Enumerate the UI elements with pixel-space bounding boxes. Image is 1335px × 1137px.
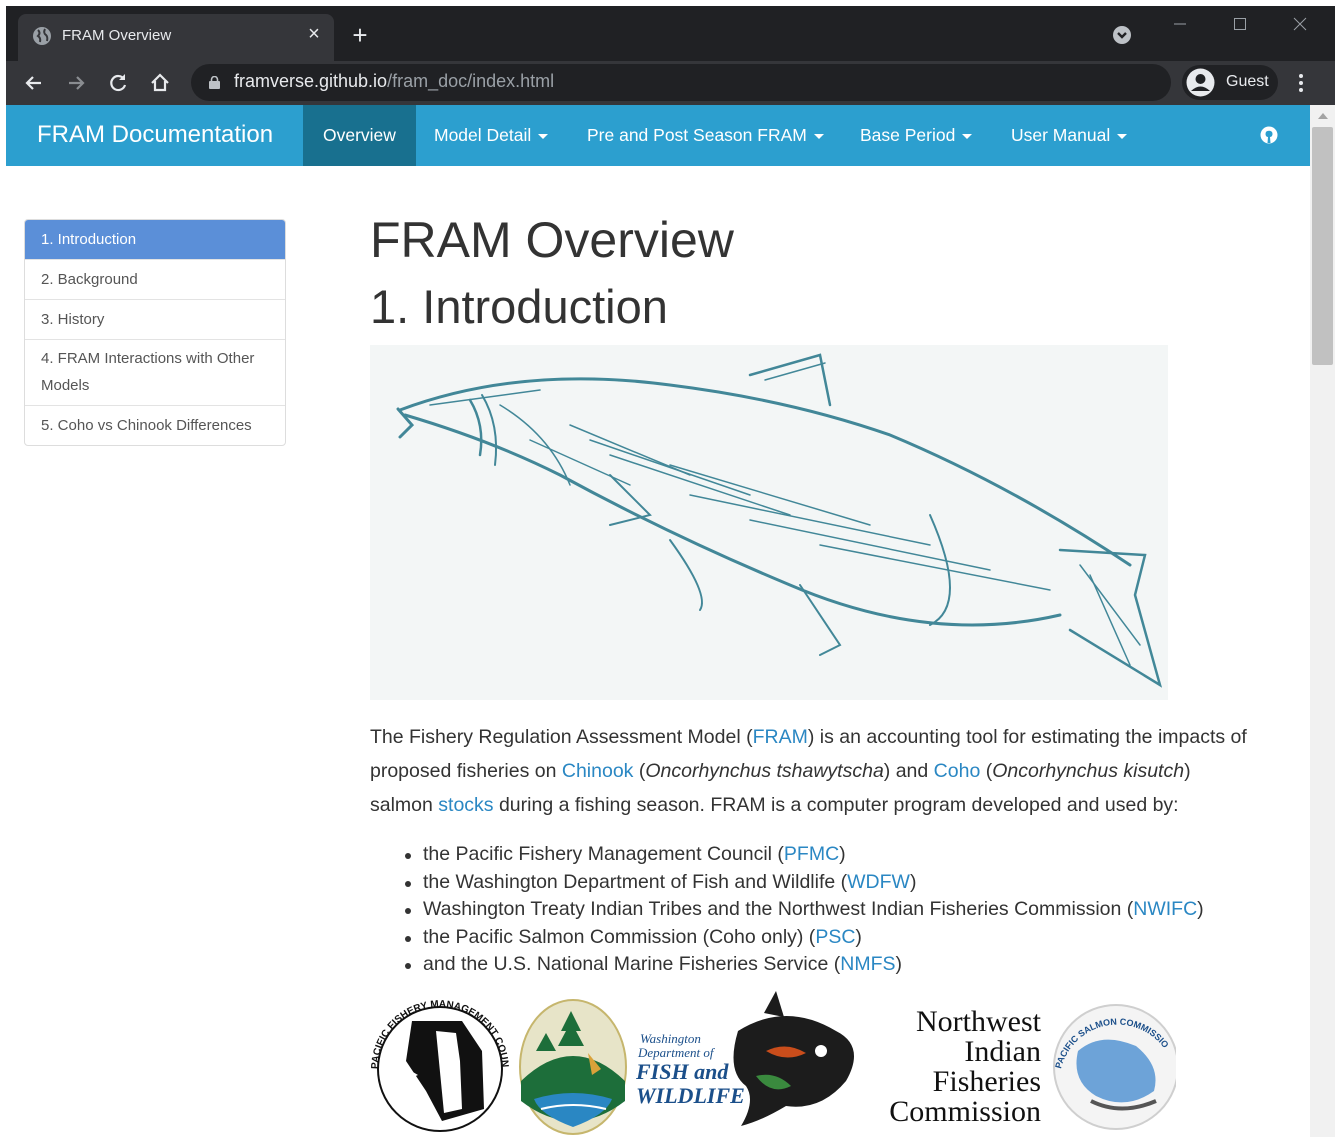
chinook-link[interactable]: Chinook xyxy=(562,760,634,782)
toc-sidebar: 1. Introduction 2. Background 3. History… xyxy=(24,219,286,446)
nmfs-link[interactable]: NMFS xyxy=(840,953,895,975)
list-item: and the U.S. National Marine Fisheries S… xyxy=(370,951,1270,979)
toc-item-fram-interactions-cont[interactable]: Models xyxy=(25,372,285,399)
nav-overview[interactable]: Overview xyxy=(303,105,416,166)
bullet-icon xyxy=(405,963,411,969)
back-arrow-icon[interactable] xyxy=(20,69,48,97)
svg-text:WILDLIFE: WILDLIFE xyxy=(636,1083,745,1108)
fram-link[interactable]: FRAM xyxy=(753,726,808,748)
reload-icon[interactable] xyxy=(104,69,132,97)
svg-text:FISH and: FISH and xyxy=(635,1059,729,1084)
wdfw-link[interactable]: WDFW xyxy=(847,871,910,893)
divider xyxy=(25,339,285,340)
close-tab-icon[interactable]: × xyxy=(302,22,326,46)
tab-title: FRAM Overview xyxy=(62,27,172,44)
svg-text:Commission: Commission xyxy=(889,1095,1041,1128)
salmon-sketch-image xyxy=(370,345,1168,700)
tab-strip: FRAM Overview × + xyxy=(6,6,1335,61)
avatar-icon xyxy=(1186,68,1215,97)
svg-text:Fisheries: Fisheries xyxy=(933,1065,1041,1098)
more-menu-icon[interactable] xyxy=(1289,71,1313,95)
maximize-icon[interactable] xyxy=(1220,12,1260,36)
profile-button[interactable]: Guest xyxy=(1182,65,1278,100)
minimize-icon[interactable] xyxy=(1160,12,1200,36)
caret-down-icon xyxy=(1117,133,1128,139)
url-text: framverse.github.io/fram_doc/index.html xyxy=(234,71,555,91)
nav-pre-post-season[interactable]: Pre and Post Season FRAM xyxy=(587,105,824,166)
nav-user-manual[interactable]: User Manual xyxy=(1011,105,1128,166)
svg-text:Washington: Washington xyxy=(640,1031,701,1046)
site-brand[interactable]: FRAM Documentation xyxy=(37,121,273,149)
bullet-icon xyxy=(405,908,411,914)
svg-text:Indian: Indian xyxy=(964,1035,1041,1068)
nwifc-logo: Northwest Indian Fisheries Commission xyxy=(733,991,1042,1128)
section-heading: 1. Introduction xyxy=(370,280,668,333)
wdfw-logo: Washington Department of FISH and WILDLI… xyxy=(519,999,745,1135)
browser-window: FRAM Overview × + framverse.github.io/fr… xyxy=(6,6,1335,1137)
caret-down-icon xyxy=(538,133,549,139)
toc-item-background[interactable]: 2. Background xyxy=(25,260,285,299)
pfmc-link[interactable]: PFMC xyxy=(784,843,839,865)
browser-toolbar: framverse.github.io/fram_doc/index.html … xyxy=(6,61,1335,105)
intro-paragraph: The Fishery Regulation Assessment Model … xyxy=(370,726,1247,816)
stocks-link[interactable]: stocks xyxy=(438,794,493,816)
page-title: FRAM Overview xyxy=(370,212,734,268)
bullet-icon xyxy=(405,935,411,942)
psc-link[interactable]: PSC xyxy=(815,926,855,948)
profile-name: Guest xyxy=(1226,73,1269,90)
pfmc-logo: PACIFIC FISHERY MANAGEMENT COUNCIL xyxy=(366,991,510,1132)
site-navbar: FRAM Documentation Overview Model Detail… xyxy=(6,105,1310,166)
scrollbar-thumb[interactable] xyxy=(1312,127,1333,365)
list-item: the Pacific Salmon Commission (Coho only… xyxy=(370,924,1270,952)
browser-tab[interactable]: FRAM Overview × xyxy=(18,14,334,61)
close-window-icon[interactable] xyxy=(1280,12,1320,36)
nav-model-detail[interactable]: Model Detail xyxy=(434,105,549,166)
list-item: Washington Treaty Indian Tribes and the … xyxy=(370,896,1270,924)
nav-base-period[interactable]: Base Period xyxy=(860,105,973,166)
lock-icon xyxy=(209,76,220,89)
scroll-up-icon[interactable] xyxy=(1318,113,1328,119)
toc-item-fram-interactions[interactable]: 4. FRAM Interactions with Other xyxy=(25,345,285,372)
toc-item-history[interactable]: 3. History xyxy=(25,300,285,339)
tab-search-icon[interactable] xyxy=(1112,25,1132,45)
toc-item-introduction[interactable]: 1. Introduction xyxy=(25,220,285,259)
partner-logos: PACIFIC FISHERY MANAGEMENT COUNCIL Washi… xyxy=(366,991,1176,1135)
user-list: the Pacific Fishery Management Council (… xyxy=(370,841,1270,979)
globe-icon xyxy=(33,27,51,45)
address-bar[interactable]: framverse.github.io/fram_doc/index.html xyxy=(191,64,1171,101)
svg-text:Northwest: Northwest xyxy=(916,1005,1042,1038)
list-item: the Pacific Fishery Management Council (… xyxy=(370,841,1270,869)
github-icon[interactable] xyxy=(1260,126,1278,144)
list-item: the Washington Department of Fish and Wi… xyxy=(370,869,1270,897)
nwifc-link[interactable]: NWIFC xyxy=(1133,898,1197,920)
toc-item-coho-chinook[interactable]: 5. Coho vs Chinook Differences xyxy=(25,406,285,445)
bullet-icon xyxy=(405,853,411,859)
svg-text:Department of: Department of xyxy=(637,1045,716,1060)
caret-down-icon xyxy=(813,133,824,139)
new-tab-button[interactable]: + xyxy=(346,22,374,50)
forward-arrow-icon[interactable] xyxy=(62,69,90,97)
page-scrollbar[interactable] xyxy=(1310,105,1335,1137)
caret-down-icon xyxy=(962,133,973,139)
bullet-icon xyxy=(405,880,411,887)
home-icon[interactable] xyxy=(146,69,174,97)
coho-link[interactable]: Coho xyxy=(934,760,981,782)
